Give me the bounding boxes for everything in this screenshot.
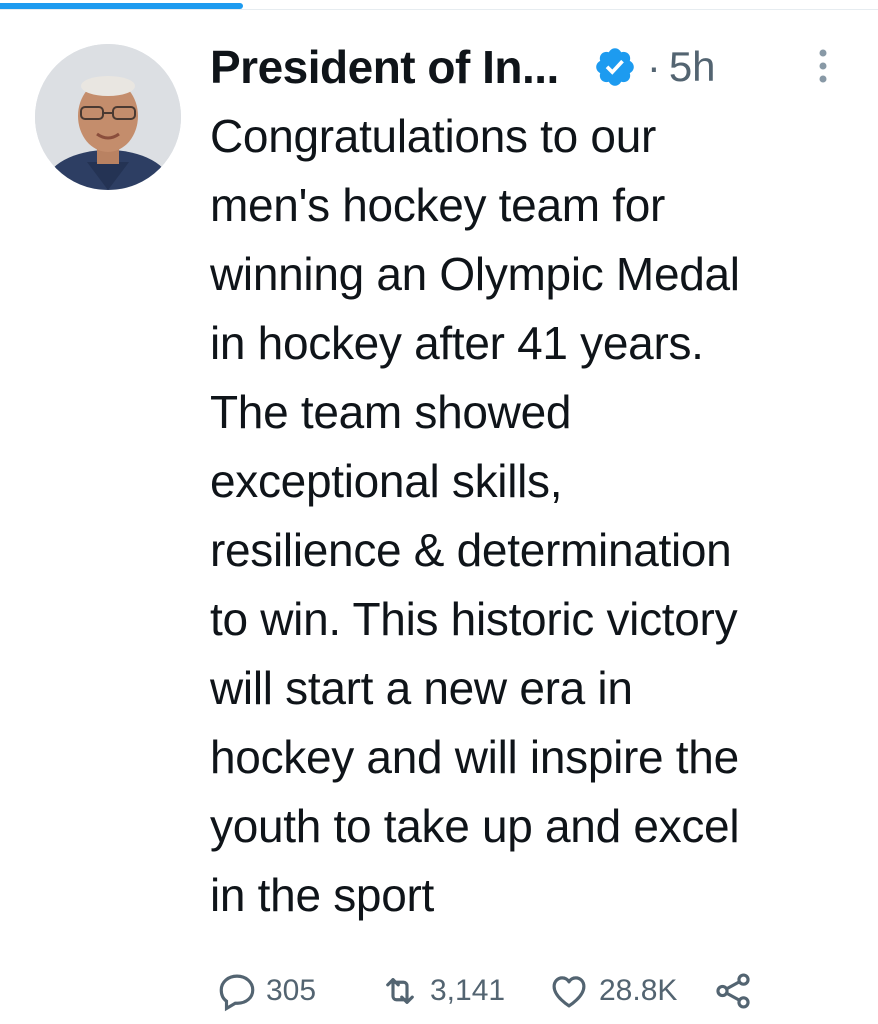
retweet-button[interactable]: 3,141 [378,966,505,1016]
more-vertical-icon[interactable] [816,46,830,86]
share-button[interactable] [711,966,755,1016]
tweet-header: President of In... · 5h [210,36,716,98]
top-divider [0,9,878,10]
retweet-icon [378,970,422,1012]
timestamp[interactable]: 5h [669,43,716,91]
heart-icon [547,970,591,1012]
verified-badge-icon [593,45,637,89]
reply-button[interactable]: 305 [216,966,316,1016]
retweet-count: 3,141 [430,974,506,1007]
reply-count: 305 [266,974,317,1007]
separator-dot: · [646,43,661,90]
like-count: 28.8K [599,974,678,1007]
author-name[interactable]: President of In... [210,40,559,94]
tab-indicator [0,3,243,9]
avatar[interactable] [35,44,181,190]
like-button[interactable]: 28.8K [547,966,677,1016]
share-icon [711,970,755,1012]
tweet-text: Congratulations to our men's hockey team… [210,110,740,921]
reply-icon [216,970,258,1012]
